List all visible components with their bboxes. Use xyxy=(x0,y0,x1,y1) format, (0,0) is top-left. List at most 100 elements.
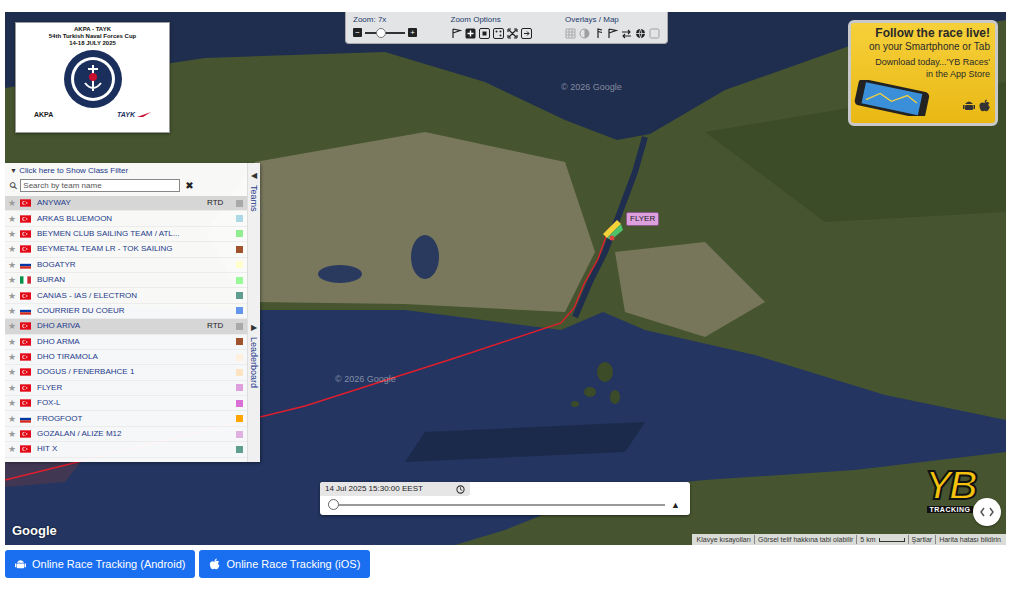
favorite-star[interactable]: ★ xyxy=(8,352,17,362)
team-color xyxy=(236,446,243,453)
team-name: CANIAS - IAS / ELECTRON xyxy=(37,291,204,301)
tracking-app-button[interactable]: Online Race Tracking (Android) xyxy=(5,550,195,578)
team-name: DOGUS / FENERBAHCE 1 xyxy=(37,367,204,377)
flag-icon xyxy=(20,415,31,423)
timeline-thumb[interactable] xyxy=(328,499,339,510)
team-search-input[interactable] xyxy=(20,179,180,192)
button-row: Online Race Tracking (Android) Online Ra… xyxy=(5,550,1024,578)
favorite-star[interactable]: ★ xyxy=(8,214,17,224)
team-row[interactable]: ★ ANYWAY RTD xyxy=(5,196,247,211)
expand-icon[interactable] xyxy=(507,28,518,39)
team-name: ARKAS BLUEMOON xyxy=(37,214,204,224)
attribution-link[interactable]: Görsel telif hakkına tabi olabilir xyxy=(754,535,856,544)
team-row[interactable]: ★ GOZALAN / ALIZE M12 xyxy=(5,427,247,442)
flag-icon xyxy=(20,292,31,300)
flag-icon[interactable] xyxy=(607,28,618,39)
team-list: ★ ANYWAY RTD ★ ARKAS BLUEMOON ★ BEYMEN C… xyxy=(5,196,247,462)
class-filter-toggle[interactable]: ▼ Click here to Show Class Filter xyxy=(5,163,247,178)
sponsor-logo: AKPA xyxy=(34,111,53,118)
favorite-star[interactable]: ★ xyxy=(8,383,17,393)
team-color xyxy=(236,415,243,422)
team-color xyxy=(236,307,243,314)
play-button[interactable]: ▲ xyxy=(671,500,680,510)
team-row[interactable]: ★ FROGFOOT xyxy=(5,411,247,426)
event-subtitle: 54th Turkish Naval Forces Cup xyxy=(49,33,137,40)
wind-icon[interactable] xyxy=(593,28,604,39)
team-row[interactable]: ★ DHO ARIVA RTD xyxy=(5,319,247,334)
apple-icon xyxy=(979,99,990,112)
apple-icon xyxy=(209,558,220,570)
favorite-star[interactable]: ★ xyxy=(8,429,17,439)
favorite-star[interactable]: ★ xyxy=(8,198,17,208)
globe-icon[interactable] xyxy=(635,28,646,39)
team-color xyxy=(236,400,243,407)
team-row[interactable]: ★ DHO TIRAMOLA xyxy=(5,350,247,365)
team-color xyxy=(236,338,243,345)
page: © 2026 Google © 2026 Google FLYER AKPA -… xyxy=(0,0,1024,600)
team-row[interactable]: ★ COURRIER DU COEUR xyxy=(5,304,247,319)
flag-icon xyxy=(20,245,31,253)
favorite-star[interactable]: ★ xyxy=(8,291,17,301)
team-row[interactable]: ★ DHO ARMA xyxy=(5,335,247,350)
app-promo[interactable]: Follow the race live! on your Smartphone… xyxy=(848,20,998,126)
search-icon: ⚲ xyxy=(7,179,21,193)
panel-tab[interactable]: ▶ Leaderboard xyxy=(248,311,260,463)
favorite-star[interactable]: ★ xyxy=(8,306,17,316)
attribution-link[interactable]: Harita hatası bildirin xyxy=(935,535,1004,544)
team-row[interactable]: ★ CANIAS - IAS / ELECTRON xyxy=(5,288,247,303)
exit-icon[interactable] xyxy=(521,28,532,39)
android-icon xyxy=(963,99,975,112)
team-row[interactable]: ★ ARKAS BLUEMOON xyxy=(5,211,247,226)
clear-search-button[interactable]: ✖ xyxy=(185,180,193,191)
favorite-star[interactable]: ★ xyxy=(8,244,17,254)
zoom-slider[interactable] xyxy=(365,32,405,34)
favorite-star[interactable]: ★ xyxy=(8,444,17,454)
dots-icon[interactable] xyxy=(493,28,504,39)
team-name: BURAN xyxy=(37,275,204,285)
race-map[interactable]: © 2026 Google © 2026 Google FLYER AKPA -… xyxy=(5,12,1006,545)
plus-icon[interactable] xyxy=(465,28,476,39)
favorite-star[interactable]: ★ xyxy=(8,337,17,347)
boat-label[interactable]: FLYER xyxy=(626,212,659,226)
fit-icon[interactable] xyxy=(479,28,490,39)
attribution-link[interactable]: Klavye kısayolları xyxy=(694,535,754,544)
favorite-star[interactable]: ★ xyxy=(8,414,17,424)
team-row[interactable]: ★ HIT X xyxy=(5,442,247,457)
team-row[interactable]: ★ BEYMEN CLUB SAILING TEAM / ATL... xyxy=(5,227,247,242)
team-color xyxy=(236,384,243,391)
fullscreen-button[interactable] xyxy=(973,498,1001,526)
team-row[interactable]: ★ BURAN xyxy=(5,273,247,288)
zoom-out-button[interactable]: − xyxy=(353,28,362,37)
team-row[interactable]: ★ FOX-L xyxy=(5,396,247,411)
grid-icon[interactable] xyxy=(565,28,576,39)
map-attribution: Klavye kısayollarıGörsel telif hakkına t… xyxy=(692,534,1006,545)
boat-icon[interactable] xyxy=(603,220,623,241)
team-row[interactable]: ★ DOGUS / FENERBAHCE 1 xyxy=(5,365,247,380)
contrast-icon[interactable] xyxy=(579,28,590,39)
favorite-star[interactable]: ★ xyxy=(8,275,17,285)
flag-icon[interactable] xyxy=(451,28,462,39)
team-row[interactable]: ★ BOGATYR xyxy=(5,258,247,273)
favorite-star[interactable]: ★ xyxy=(8,260,17,270)
map-toolbar: Zoom: 7x − + Zoom Options Overlays / Map xyxy=(345,12,668,44)
favorite-star[interactable]: ★ xyxy=(8,229,17,239)
panel-tab[interactable]: ◀ Teams xyxy=(248,163,260,311)
timeline-slider[interactable] xyxy=(328,504,665,506)
zoom-in-button[interactable]: + xyxy=(408,28,417,37)
team-row[interactable]: ★ BEYMETAL TEAM LR - TOK SAILING xyxy=(5,242,247,257)
box-icon[interactable] xyxy=(649,28,660,39)
zoom-thumb[interactable] xyxy=(376,28,386,38)
attribution-link[interactable]: Şartlar xyxy=(908,535,936,544)
favorite-star[interactable]: ★ xyxy=(8,321,17,331)
favorite-star[interactable]: ★ xyxy=(8,367,17,377)
team-name: DHO ARIVA xyxy=(37,321,204,331)
team-row[interactable]: ★ FLYER xyxy=(5,381,247,396)
team-name: HIT X xyxy=(37,444,204,454)
favorite-star[interactable]: ★ xyxy=(8,398,17,408)
flag-icon xyxy=(20,338,31,346)
arrows-icon[interactable] xyxy=(621,28,632,39)
tracking-app-button[interactable]: Online Race Tracking (iOS) xyxy=(199,550,370,578)
team-name: FLYER xyxy=(37,383,204,393)
clock-icon[interactable] xyxy=(456,485,465,494)
attribution-link[interactable]: 5 km xyxy=(856,535,907,544)
